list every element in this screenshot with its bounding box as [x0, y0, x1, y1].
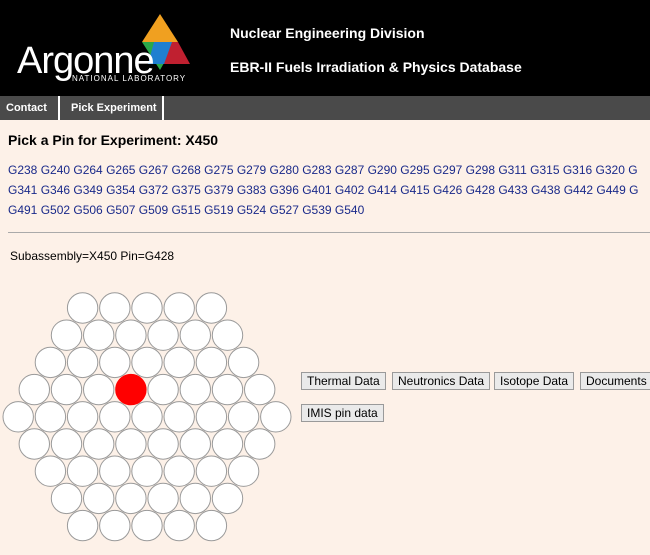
nav-separator — [162, 96, 164, 120]
thermal-data-button[interactable]: Thermal Data — [301, 372, 386, 390]
pin[interactable] — [179, 319, 212, 351]
pin[interactable] — [147, 373, 179, 406]
pin[interactable] — [260, 401, 292, 433]
pin[interactable] — [163, 455, 195, 487]
pin[interactable] — [195, 455, 228, 487]
pin[interactable] — [34, 401, 67, 433]
pin[interactable] — [99, 455, 131, 487]
pin[interactable] — [18, 373, 50, 406]
pin[interactable] — [244, 373, 276, 406]
pin[interactable] — [244, 428, 276, 460]
pin[interactable] — [179, 482, 212, 515]
neutronics-data-button[interactable]: Neutronics Data — [392, 372, 491, 390]
pin[interactable] — [195, 509, 228, 542]
pin[interactable] — [99, 401, 131, 433]
pin[interactable] — [34, 346, 67, 379]
pin[interactable] — [163, 401, 195, 433]
pin[interactable] — [147, 319, 179, 351]
nav-pick-experiment[interactable]: Pick Experiment — [71, 96, 157, 120]
pin[interactable] — [99, 509, 131, 542]
page-title: Pick a Pin for Experiment: X450 — [8, 132, 219, 148]
pin[interactable] — [195, 346, 228, 379]
database-title: EBR-II Fuels Irradiation & Physics Datab… — [230, 59, 522, 75]
pin[interactable] — [147, 482, 179, 515]
pin[interactable] — [2, 401, 34, 433]
pin[interactable] — [50, 482, 83, 515]
pin[interactable] — [66, 401, 99, 433]
pin[interactable] — [227, 346, 260, 379]
pin[interactable] — [66, 455, 99, 487]
pin[interactable] — [66, 346, 99, 379]
documents-button[interactable]: Documents — [580, 372, 650, 390]
pin[interactable] — [131, 401, 163, 433]
selected-pin[interactable] — [115, 373, 147, 406]
isotope-data-button[interactable]: Isotope Data — [494, 372, 575, 390]
pin[interactable] — [211, 319, 244, 351]
imis-pin-data-button[interactable]: IMIS pin data — [301, 404, 384, 422]
pin[interactable] — [195, 401, 228, 433]
pin[interactable] — [211, 428, 244, 460]
pin-link-row[interactable]: G491 G502 G506 G507 G509 G515 G519 G524 … — [8, 200, 650, 220]
pin[interactable] — [83, 482, 115, 515]
pin-link-row[interactable]: G341 G346 G349 G354 G372 G375 G379 G383 … — [8, 180, 650, 200]
pin[interactable] — [131, 346, 163, 379]
pin[interactable] — [50, 319, 83, 351]
pin[interactable] — [50, 428, 83, 460]
pin[interactable] — [66, 292, 99, 324]
pin[interactable] — [115, 428, 147, 460]
pin[interactable] — [131, 455, 163, 487]
pin[interactable] — [195, 292, 228, 324]
nav-separator — [58, 96, 60, 120]
pin[interactable] — [131, 292, 163, 324]
pin[interactable] — [163, 292, 195, 324]
nav-bar: Contact Pick Experiment — [0, 96, 650, 120]
pin[interactable] — [83, 373, 115, 406]
pin[interactable] — [18, 428, 50, 460]
pin[interactable] — [115, 319, 147, 351]
pin-link-row[interactable]: G238 G240 G264 G265 G267 G268 G275 G279 … — [8, 160, 650, 180]
pin[interactable] — [211, 482, 244, 515]
pin[interactable] — [131, 509, 163, 542]
pin[interactable] — [83, 428, 115, 460]
pin-link-list: G238 G240 G264 G265 G267 G268 G275 G279 … — [8, 160, 650, 220]
pin[interactable] — [179, 428, 212, 460]
pin[interactable] — [227, 401, 260, 433]
pin[interactable] — [227, 455, 260, 487]
pin[interactable] — [50, 373, 83, 406]
pin[interactable] — [99, 292, 131, 324]
pin[interactable] — [163, 509, 195, 542]
pin[interactable] — [66, 509, 99, 542]
pin[interactable] — [163, 346, 195, 379]
divider — [8, 232, 650, 233]
pin[interactable] — [147, 428, 179, 460]
site-header: Argonne NATIONAL LABORATORY Nuclear Engi… — [0, 0, 650, 96]
logo-subtitle: NATIONAL LABORATORY — [72, 74, 187, 83]
subassembly-info: Subassembly=X450 Pin=G428 — [10, 249, 175, 263]
pin[interactable] — [34, 455, 67, 487]
pin-grid — [2, 292, 292, 542]
pin[interactable] — [179, 373, 212, 406]
pin[interactable] — [99, 346, 131, 379]
pin[interactable] — [83, 319, 115, 351]
pin[interactable] — [115, 482, 147, 515]
pin[interactable] — [211, 373, 244, 406]
division-title: Nuclear Engineering Division — [230, 25, 425, 41]
nav-contact[interactable]: Contact — [6, 96, 47, 120]
